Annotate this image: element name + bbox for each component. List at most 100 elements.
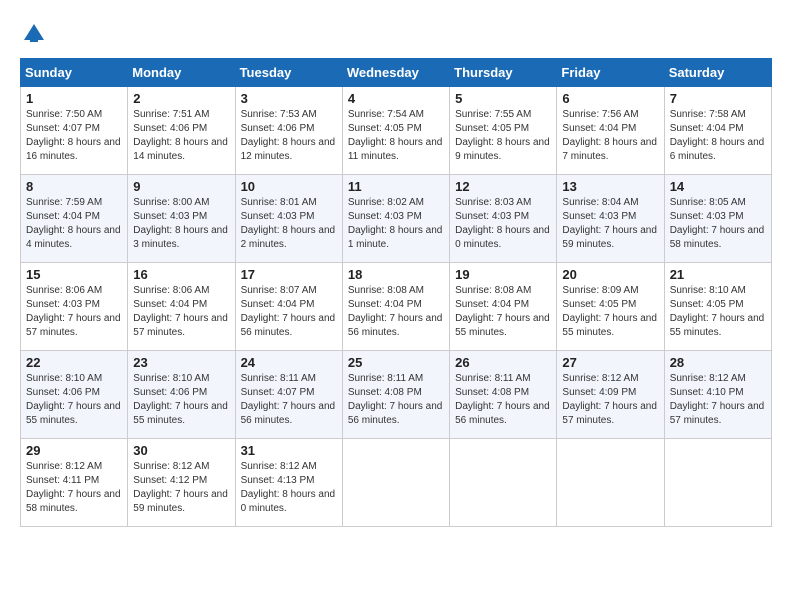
col-header-wednesday: Wednesday xyxy=(342,59,449,87)
calendar-week-row: 22 Sunrise: 8:10 AMSunset: 4:06 PMDaylig… xyxy=(21,351,772,439)
day-number: 18 xyxy=(348,267,444,282)
calendar-cell xyxy=(557,439,664,527)
cell-text: Sunrise: 8:11 AMSunset: 4:08 PMDaylight:… xyxy=(455,373,550,426)
calendar-cell: 14 Sunrise: 8:05 AMSunset: 4:03 PMDaylig… xyxy=(664,175,771,263)
cell-text: Sunrise: 8:12 AMSunset: 4:09 PMDaylight:… xyxy=(562,373,657,426)
cell-text: Sunrise: 7:54 AMSunset: 4:05 PMDaylight:… xyxy=(348,109,443,162)
day-number: 20 xyxy=(562,267,658,282)
day-number: 22 xyxy=(26,355,122,370)
cell-text: Sunrise: 8:06 AMSunset: 4:03 PMDaylight:… xyxy=(26,285,121,338)
cell-text: Sunrise: 8:10 AMSunset: 4:05 PMDaylight:… xyxy=(670,285,765,338)
cell-text: Sunrise: 8:08 AMSunset: 4:04 PMDaylight:… xyxy=(455,285,550,338)
calendar-cell: 21 Sunrise: 8:10 AMSunset: 4:05 PMDaylig… xyxy=(664,263,771,351)
cell-text: Sunrise: 8:12 AMSunset: 4:12 PMDaylight:… xyxy=(133,461,228,514)
day-number: 25 xyxy=(348,355,444,370)
calendar-cell: 8 Sunrise: 7:59 AMSunset: 4:04 PMDayligh… xyxy=(21,175,128,263)
col-header-thursday: Thursday xyxy=(450,59,557,87)
day-number: 5 xyxy=(455,91,551,106)
calendar-cell: 11 Sunrise: 8:02 AMSunset: 4:03 PMDaylig… xyxy=(342,175,449,263)
calendar-week-row: 15 Sunrise: 8:06 AMSunset: 4:03 PMDaylig… xyxy=(21,263,772,351)
calendar-cell: 18 Sunrise: 8:08 AMSunset: 4:04 PMDaylig… xyxy=(342,263,449,351)
calendar-week-row: 8 Sunrise: 7:59 AMSunset: 4:04 PMDayligh… xyxy=(21,175,772,263)
calendar-cell: 3 Sunrise: 7:53 AMSunset: 4:06 PMDayligh… xyxy=(235,87,342,175)
calendar-cell: 12 Sunrise: 8:03 AMSunset: 4:03 PMDaylig… xyxy=(450,175,557,263)
col-header-friday: Friday xyxy=(557,59,664,87)
day-number: 16 xyxy=(133,267,229,282)
day-number: 24 xyxy=(241,355,337,370)
calendar-cell: 17 Sunrise: 8:07 AMSunset: 4:04 PMDaylig… xyxy=(235,263,342,351)
calendar-cell xyxy=(342,439,449,527)
calendar-table: SundayMondayTuesdayWednesdayThursdayFrid… xyxy=(20,58,772,527)
calendar-cell: 22 Sunrise: 8:10 AMSunset: 4:06 PMDaylig… xyxy=(21,351,128,439)
cell-text: Sunrise: 8:09 AMSunset: 4:05 PMDaylight:… xyxy=(562,285,657,338)
day-number: 11 xyxy=(348,179,444,194)
calendar-cell: 30 Sunrise: 8:12 AMSunset: 4:12 PMDaylig… xyxy=(128,439,235,527)
cell-text: Sunrise: 8:07 AMSunset: 4:04 PMDaylight:… xyxy=(241,285,336,338)
cell-text: Sunrise: 8:00 AMSunset: 4:03 PMDaylight:… xyxy=(133,197,228,250)
day-number: 9 xyxy=(133,179,229,194)
day-number: 21 xyxy=(670,267,766,282)
calendar-cell: 25 Sunrise: 8:11 AMSunset: 4:08 PMDaylig… xyxy=(342,351,449,439)
calendar-week-row: 1 Sunrise: 7:50 AMSunset: 4:07 PMDayligh… xyxy=(21,87,772,175)
cell-text: Sunrise: 8:10 AMSunset: 4:06 PMDaylight:… xyxy=(133,373,228,426)
day-number: 7 xyxy=(670,91,766,106)
calendar-header-row: SundayMondayTuesdayWednesdayThursdayFrid… xyxy=(21,59,772,87)
logo xyxy=(20,20,52,48)
day-number: 12 xyxy=(455,179,551,194)
calendar-cell: 27 Sunrise: 8:12 AMSunset: 4:09 PMDaylig… xyxy=(557,351,664,439)
day-number: 17 xyxy=(241,267,337,282)
day-number: 15 xyxy=(26,267,122,282)
day-number: 28 xyxy=(670,355,766,370)
day-number: 14 xyxy=(670,179,766,194)
cell-text: Sunrise: 8:03 AMSunset: 4:03 PMDaylight:… xyxy=(455,197,550,250)
day-number: 6 xyxy=(562,91,658,106)
cell-text: Sunrise: 8:01 AMSunset: 4:03 PMDaylight:… xyxy=(241,197,336,250)
calendar-cell: 1 Sunrise: 7:50 AMSunset: 4:07 PMDayligh… xyxy=(21,87,128,175)
cell-text: Sunrise: 7:50 AMSunset: 4:07 PMDaylight:… xyxy=(26,109,121,162)
calendar-cell: 26 Sunrise: 8:11 AMSunset: 4:08 PMDaylig… xyxy=(450,351,557,439)
calendar-cell: 23 Sunrise: 8:10 AMSunset: 4:06 PMDaylig… xyxy=(128,351,235,439)
calendar-cell: 16 Sunrise: 8:06 AMSunset: 4:04 PMDaylig… xyxy=(128,263,235,351)
calendar-cell: 31 Sunrise: 8:12 AMSunset: 4:13 PMDaylig… xyxy=(235,439,342,527)
calendar-cell: 6 Sunrise: 7:56 AMSunset: 4:04 PMDayligh… xyxy=(557,87,664,175)
day-number: 10 xyxy=(241,179,337,194)
cell-text: Sunrise: 8:12 AMSunset: 4:10 PMDaylight:… xyxy=(670,373,765,426)
day-number: 13 xyxy=(562,179,658,194)
day-number: 26 xyxy=(455,355,551,370)
calendar-cell: 13 Sunrise: 8:04 AMSunset: 4:03 PMDaylig… xyxy=(557,175,664,263)
cell-text: Sunrise: 7:51 AMSunset: 4:06 PMDaylight:… xyxy=(133,109,228,162)
cell-text: Sunrise: 7:53 AMSunset: 4:06 PMDaylight:… xyxy=(241,109,336,162)
day-number: 30 xyxy=(133,443,229,458)
calendar-cell: 9 Sunrise: 8:00 AMSunset: 4:03 PMDayligh… xyxy=(128,175,235,263)
cell-text: Sunrise: 8:05 AMSunset: 4:03 PMDaylight:… xyxy=(670,197,765,250)
calendar-cell: 20 Sunrise: 8:09 AMSunset: 4:05 PMDaylig… xyxy=(557,263,664,351)
cell-text: Sunrise: 7:59 AMSunset: 4:04 PMDaylight:… xyxy=(26,197,121,250)
day-number: 8 xyxy=(26,179,122,194)
day-number: 19 xyxy=(455,267,551,282)
col-header-saturday: Saturday xyxy=(664,59,771,87)
cell-text: Sunrise: 8:02 AMSunset: 4:03 PMDaylight:… xyxy=(348,197,443,250)
cell-text: Sunrise: 8:10 AMSunset: 4:06 PMDaylight:… xyxy=(26,373,121,426)
cell-text: Sunrise: 8:12 AMSunset: 4:11 PMDaylight:… xyxy=(26,461,121,514)
calendar-cell: 19 Sunrise: 8:08 AMSunset: 4:04 PMDaylig… xyxy=(450,263,557,351)
calendar-cell: 4 Sunrise: 7:54 AMSunset: 4:05 PMDayligh… xyxy=(342,87,449,175)
calendar-cell: 29 Sunrise: 8:12 AMSunset: 4:11 PMDaylig… xyxy=(21,439,128,527)
calendar-week-row: 29 Sunrise: 8:12 AMSunset: 4:11 PMDaylig… xyxy=(21,439,772,527)
col-header-sunday: Sunday xyxy=(21,59,128,87)
calendar-cell: 10 Sunrise: 8:01 AMSunset: 4:03 PMDaylig… xyxy=(235,175,342,263)
calendar-cell xyxy=(664,439,771,527)
day-number: 23 xyxy=(133,355,229,370)
day-number: 1 xyxy=(26,91,122,106)
col-header-monday: Monday xyxy=(128,59,235,87)
calendar-cell: 28 Sunrise: 8:12 AMSunset: 4:10 PMDaylig… xyxy=(664,351,771,439)
cell-text: Sunrise: 8:12 AMSunset: 4:13 PMDaylight:… xyxy=(241,461,336,514)
cell-text: Sunrise: 8:11 AMSunset: 4:08 PMDaylight:… xyxy=(348,373,443,426)
page-header xyxy=(20,20,772,48)
cell-text: Sunrise: 8:04 AMSunset: 4:03 PMDaylight:… xyxy=(562,197,657,250)
cell-text: Sunrise: 8:08 AMSunset: 4:04 PMDaylight:… xyxy=(348,285,443,338)
calendar-cell: 7 Sunrise: 7:58 AMSunset: 4:04 PMDayligh… xyxy=(664,87,771,175)
calendar-cell: 15 Sunrise: 8:06 AMSunset: 4:03 PMDaylig… xyxy=(21,263,128,351)
day-number: 2 xyxy=(133,91,229,106)
day-number: 31 xyxy=(241,443,337,458)
cell-text: Sunrise: 8:11 AMSunset: 4:07 PMDaylight:… xyxy=(241,373,336,426)
